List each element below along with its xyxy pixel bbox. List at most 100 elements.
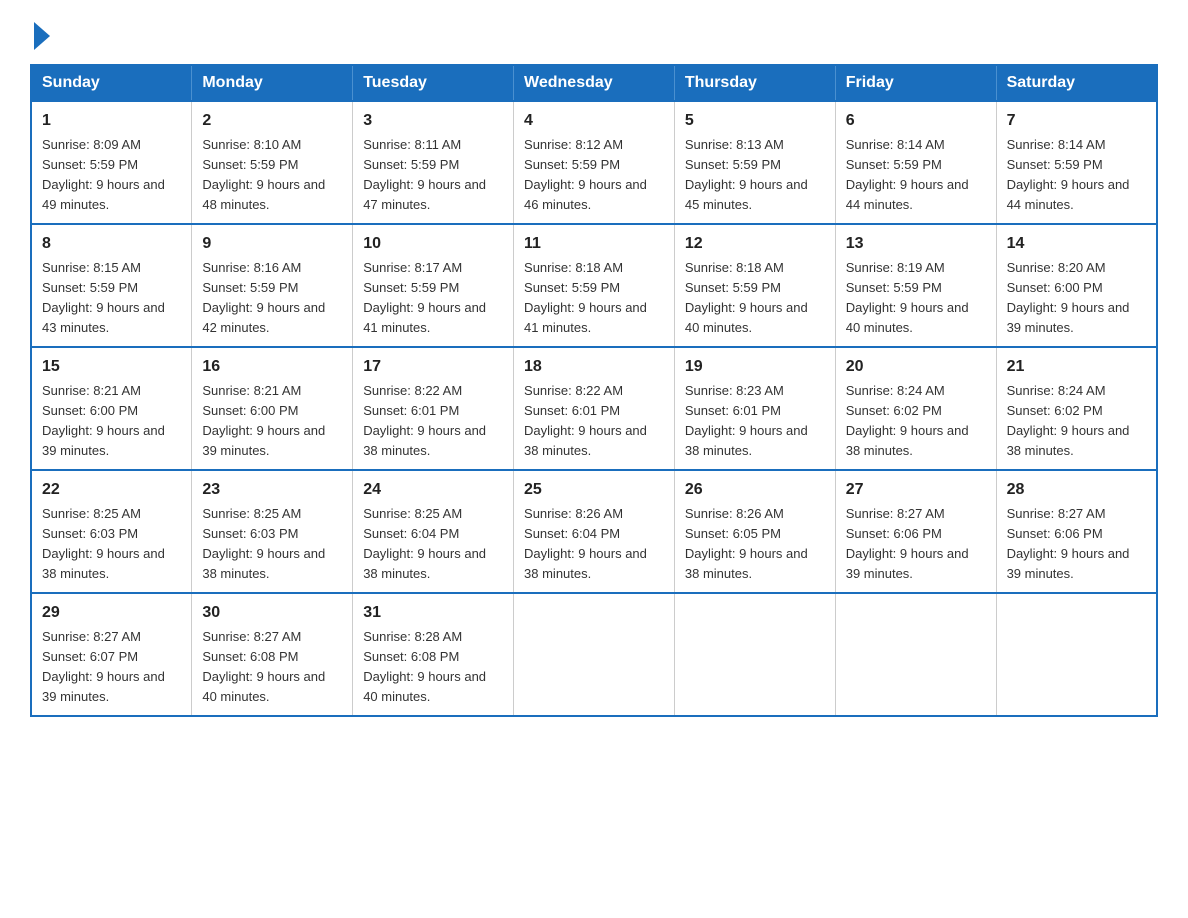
day-number: 16 bbox=[202, 356, 342, 378]
day-info: Sunrise: 8:09 AMSunset: 5:59 PMDaylight:… bbox=[42, 137, 165, 212]
day-info: Sunrise: 8:11 AMSunset: 5:59 PMDaylight:… bbox=[363, 137, 486, 212]
calendar-day-cell bbox=[674, 593, 835, 716]
calendar-day-header: Tuesday bbox=[353, 65, 514, 101]
day-info: Sunrise: 8:17 AMSunset: 5:59 PMDaylight:… bbox=[363, 260, 486, 335]
day-number: 4 bbox=[524, 110, 664, 132]
calendar-day-cell bbox=[835, 593, 996, 716]
day-info: Sunrise: 8:10 AMSunset: 5:59 PMDaylight:… bbox=[202, 137, 325, 212]
day-number: 27 bbox=[846, 479, 986, 501]
day-number: 25 bbox=[524, 479, 664, 501]
calendar-day-cell: 1 Sunrise: 8:09 AMSunset: 5:59 PMDayligh… bbox=[31, 101, 192, 224]
day-number: 14 bbox=[1007, 233, 1146, 255]
calendar-day-cell: 10 Sunrise: 8:17 AMSunset: 5:59 PMDaylig… bbox=[353, 224, 514, 347]
day-info: Sunrise: 8:16 AMSunset: 5:59 PMDaylight:… bbox=[202, 260, 325, 335]
day-number: 13 bbox=[846, 233, 986, 255]
day-number: 17 bbox=[363, 356, 503, 378]
day-info: Sunrise: 8:25 AMSunset: 6:03 PMDaylight:… bbox=[202, 506, 325, 581]
calendar-day-cell: 23 Sunrise: 8:25 AMSunset: 6:03 PMDaylig… bbox=[192, 470, 353, 593]
day-number: 2 bbox=[202, 110, 342, 132]
day-info: Sunrise: 8:22 AMSunset: 6:01 PMDaylight:… bbox=[363, 383, 486, 458]
calendar-day-cell: 5 Sunrise: 8:13 AMSunset: 5:59 PMDayligh… bbox=[674, 101, 835, 224]
day-number: 28 bbox=[1007, 479, 1146, 501]
calendar-day-header: Wednesday bbox=[514, 65, 675, 101]
calendar-day-cell: 2 Sunrise: 8:10 AMSunset: 5:59 PMDayligh… bbox=[192, 101, 353, 224]
day-info: Sunrise: 8:25 AMSunset: 6:03 PMDaylight:… bbox=[42, 506, 165, 581]
day-info: Sunrise: 8:22 AMSunset: 6:01 PMDaylight:… bbox=[524, 383, 647, 458]
calendar-day-cell: 22 Sunrise: 8:25 AMSunset: 6:03 PMDaylig… bbox=[31, 470, 192, 593]
calendar-day-header: Sunday bbox=[31, 65, 192, 101]
calendar-day-cell: 9 Sunrise: 8:16 AMSunset: 5:59 PMDayligh… bbox=[192, 224, 353, 347]
day-number: 8 bbox=[42, 233, 181, 255]
day-number: 11 bbox=[524, 233, 664, 255]
calendar-day-cell: 24 Sunrise: 8:25 AMSunset: 6:04 PMDaylig… bbox=[353, 470, 514, 593]
calendar-day-cell: 7 Sunrise: 8:14 AMSunset: 5:59 PMDayligh… bbox=[996, 101, 1157, 224]
calendar-day-cell: 21 Sunrise: 8:24 AMSunset: 6:02 PMDaylig… bbox=[996, 347, 1157, 470]
day-number: 18 bbox=[524, 356, 664, 378]
day-info: Sunrise: 8:27 AMSunset: 6:08 PMDaylight:… bbox=[202, 629, 325, 704]
calendar-day-cell: 29 Sunrise: 8:27 AMSunset: 6:07 PMDaylig… bbox=[31, 593, 192, 716]
calendar-day-cell: 14 Sunrise: 8:20 AMSunset: 6:00 PMDaylig… bbox=[996, 224, 1157, 347]
calendar-day-cell: 20 Sunrise: 8:24 AMSunset: 6:02 PMDaylig… bbox=[835, 347, 996, 470]
calendar-day-cell: 19 Sunrise: 8:23 AMSunset: 6:01 PMDaylig… bbox=[674, 347, 835, 470]
calendar-day-cell: 31 Sunrise: 8:28 AMSunset: 6:08 PMDaylig… bbox=[353, 593, 514, 716]
calendar-day-header: Friday bbox=[835, 65, 996, 101]
logo-arrow-icon bbox=[34, 22, 50, 50]
day-number: 20 bbox=[846, 356, 986, 378]
day-number: 3 bbox=[363, 110, 503, 132]
day-number: 1 bbox=[42, 110, 181, 132]
day-number: 15 bbox=[42, 356, 181, 378]
day-number: 5 bbox=[685, 110, 825, 132]
calendar-day-cell: 27 Sunrise: 8:27 AMSunset: 6:06 PMDaylig… bbox=[835, 470, 996, 593]
day-number: 21 bbox=[1007, 356, 1146, 378]
calendar-day-cell: 16 Sunrise: 8:21 AMSunset: 6:00 PMDaylig… bbox=[192, 347, 353, 470]
page-header bbox=[30, 20, 1158, 46]
day-number: 31 bbox=[363, 602, 503, 624]
day-number: 19 bbox=[685, 356, 825, 378]
calendar-week-row: 15 Sunrise: 8:21 AMSunset: 6:00 PMDaylig… bbox=[31, 347, 1157, 470]
calendar-day-cell bbox=[514, 593, 675, 716]
day-info: Sunrise: 8:20 AMSunset: 6:00 PMDaylight:… bbox=[1007, 260, 1130, 335]
calendar-week-row: 22 Sunrise: 8:25 AMSunset: 6:03 PMDaylig… bbox=[31, 470, 1157, 593]
calendar-week-row: 29 Sunrise: 8:27 AMSunset: 6:07 PMDaylig… bbox=[31, 593, 1157, 716]
day-number: 9 bbox=[202, 233, 342, 255]
day-info: Sunrise: 8:14 AMSunset: 5:59 PMDaylight:… bbox=[1007, 137, 1130, 212]
day-number: 22 bbox=[42, 479, 181, 501]
calendar-week-row: 1 Sunrise: 8:09 AMSunset: 5:59 PMDayligh… bbox=[31, 101, 1157, 224]
day-info: Sunrise: 8:27 AMSunset: 6:07 PMDaylight:… bbox=[42, 629, 165, 704]
calendar-day-cell: 3 Sunrise: 8:11 AMSunset: 5:59 PMDayligh… bbox=[353, 101, 514, 224]
calendar-day-cell bbox=[996, 593, 1157, 716]
day-info: Sunrise: 8:18 AMSunset: 5:59 PMDaylight:… bbox=[685, 260, 808, 335]
day-info: Sunrise: 8:26 AMSunset: 6:05 PMDaylight:… bbox=[685, 506, 808, 581]
day-info: Sunrise: 8:12 AMSunset: 5:59 PMDaylight:… bbox=[524, 137, 647, 212]
calendar-day-cell: 8 Sunrise: 8:15 AMSunset: 5:59 PMDayligh… bbox=[31, 224, 192, 347]
calendar-day-cell: 17 Sunrise: 8:22 AMSunset: 6:01 PMDaylig… bbox=[353, 347, 514, 470]
calendar-day-cell: 18 Sunrise: 8:22 AMSunset: 6:01 PMDaylig… bbox=[514, 347, 675, 470]
calendar-table: SundayMondayTuesdayWednesdayThursdayFrid… bbox=[30, 64, 1158, 717]
calendar-day-cell: 13 Sunrise: 8:19 AMSunset: 5:59 PMDaylig… bbox=[835, 224, 996, 347]
day-info: Sunrise: 8:25 AMSunset: 6:04 PMDaylight:… bbox=[363, 506, 486, 581]
calendar-day-header: Thursday bbox=[674, 65, 835, 101]
day-info: Sunrise: 8:18 AMSunset: 5:59 PMDaylight:… bbox=[524, 260, 647, 335]
calendar-day-cell: 26 Sunrise: 8:26 AMSunset: 6:05 PMDaylig… bbox=[674, 470, 835, 593]
calendar-day-cell: 25 Sunrise: 8:26 AMSunset: 6:04 PMDaylig… bbox=[514, 470, 675, 593]
calendar-header-row: SundayMondayTuesdayWednesdayThursdayFrid… bbox=[31, 65, 1157, 101]
logo bbox=[30, 20, 50, 46]
day-info: Sunrise: 8:24 AMSunset: 6:02 PMDaylight:… bbox=[1007, 383, 1130, 458]
day-info: Sunrise: 8:21 AMSunset: 6:00 PMDaylight:… bbox=[202, 383, 325, 458]
calendar-day-cell: 28 Sunrise: 8:27 AMSunset: 6:06 PMDaylig… bbox=[996, 470, 1157, 593]
day-info: Sunrise: 8:24 AMSunset: 6:02 PMDaylight:… bbox=[846, 383, 969, 458]
calendar-day-cell: 15 Sunrise: 8:21 AMSunset: 6:00 PMDaylig… bbox=[31, 347, 192, 470]
day-info: Sunrise: 8:28 AMSunset: 6:08 PMDaylight:… bbox=[363, 629, 486, 704]
day-info: Sunrise: 8:26 AMSunset: 6:04 PMDaylight:… bbox=[524, 506, 647, 581]
calendar-day-cell: 11 Sunrise: 8:18 AMSunset: 5:59 PMDaylig… bbox=[514, 224, 675, 347]
day-number: 30 bbox=[202, 602, 342, 624]
day-info: Sunrise: 8:21 AMSunset: 6:00 PMDaylight:… bbox=[42, 383, 165, 458]
calendar-day-cell: 30 Sunrise: 8:27 AMSunset: 6:08 PMDaylig… bbox=[192, 593, 353, 716]
day-info: Sunrise: 8:19 AMSunset: 5:59 PMDaylight:… bbox=[846, 260, 969, 335]
day-number: 24 bbox=[363, 479, 503, 501]
calendar-day-cell: 4 Sunrise: 8:12 AMSunset: 5:59 PMDayligh… bbox=[514, 101, 675, 224]
calendar-day-cell: 12 Sunrise: 8:18 AMSunset: 5:59 PMDaylig… bbox=[674, 224, 835, 347]
day-info: Sunrise: 8:14 AMSunset: 5:59 PMDaylight:… bbox=[846, 137, 969, 212]
calendar-day-header: Monday bbox=[192, 65, 353, 101]
day-info: Sunrise: 8:27 AMSunset: 6:06 PMDaylight:… bbox=[846, 506, 969, 581]
